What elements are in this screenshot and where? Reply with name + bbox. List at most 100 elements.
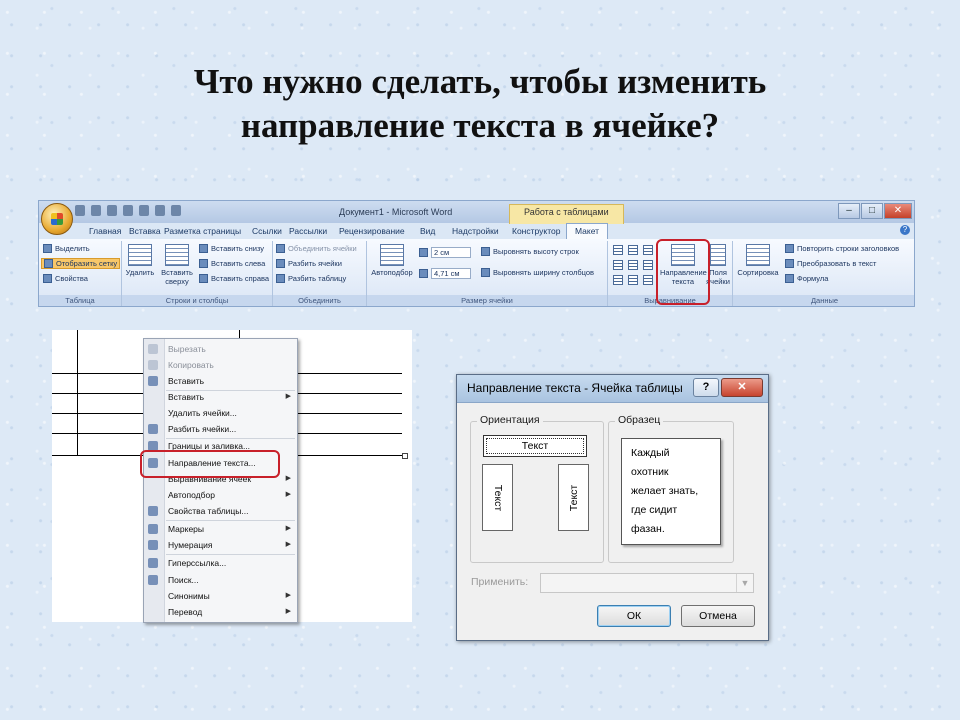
ok-button[interactable]: ОК	[597, 605, 671, 627]
insert-left-button[interactable]: Вставить слева	[199, 259, 265, 268]
sample-preview: Каждый охотник желает знать, где сидит ф…	[621, 438, 721, 545]
split-cells-icon	[276, 259, 285, 268]
table-properties-icon	[148, 506, 158, 516]
align-top-right-icon[interactable]	[643, 245, 653, 255]
distribute-rows-button[interactable]: Выровнять высоту строк	[481, 247, 579, 256]
office-button[interactable]	[41, 203, 73, 235]
distribute-columns-button[interactable]: Выровнять ширину столбцов	[481, 268, 594, 277]
undo-icon[interactable]	[91, 205, 101, 216]
split-table-button[interactable]: Разбить таблицу	[276, 274, 346, 283]
apply-label: Применить:	[471, 576, 529, 588]
insert-above-button[interactable]: Вставить сверху	[160, 244, 194, 286]
align-top-left-icon[interactable]	[613, 245, 623, 255]
help-icon[interactable]: ?	[900, 225, 910, 235]
alignment-buttons	[613, 245, 653, 285]
delete-button[interactable]: Удалить	[125, 244, 155, 277]
split-table-icon	[276, 274, 285, 283]
tab-insert[interactable]: Вставка	[129, 226, 161, 236]
menu-item-insert[interactable]: Вставить ▶	[144, 389, 297, 405]
menu-item-translate[interactable]: Перевод ▶	[144, 604, 297, 620]
align-bottom-left-icon[interactable]	[613, 275, 623, 285]
group-table: Выделить Отобразить сетку Свойства Табли…	[39, 241, 122, 306]
align-bottom-right-icon[interactable]	[643, 275, 653, 285]
properties-button[interactable]: Свойства	[43, 274, 88, 283]
orientation-vertical-up[interactable]: Текст	[558, 464, 589, 531]
convert-text-icon	[785, 259, 794, 268]
search-icon	[148, 575, 158, 585]
apply-to-select[interactable]: ▼	[540, 573, 754, 593]
menu-item-cut[interactable]: Вырезать	[144, 341, 297, 357]
sort-button[interactable]: Сортировка	[735, 244, 781, 277]
dialog-help-button[interactable]: ?	[693, 378, 719, 397]
orientation-horizontal[interactable]: Текст	[483, 435, 587, 457]
autofit-button[interactable]: Автоподбор	[369, 244, 415, 277]
table-column-line	[77, 330, 78, 456]
insert-right-button[interactable]: Вставить справа	[199, 274, 269, 283]
dialog-close-button[interactable]: ✕	[721, 378, 763, 397]
scissors-icon	[148, 344, 158, 354]
submenu-arrow-icon: ▶	[285, 475, 291, 482]
menu-item-hyperlink[interactable]: Гиперссылка...	[144, 555, 297, 571]
preview-icon[interactable]	[139, 205, 149, 216]
show-gridlines-button[interactable]: Отобразить сетку	[41, 258, 121, 269]
merge-cells-button[interactable]: Объединить ячейки	[276, 244, 357, 253]
formula-icon	[785, 274, 794, 283]
menu-item-autofit[interactable]: Автоподбор ▶	[144, 487, 297, 503]
menu-item-table-properties[interactable]: Свойства таблицы...	[144, 503, 297, 519]
convert-to-text-button[interactable]: Преобразовать в текст	[785, 259, 876, 268]
table-resize-handle[interactable]	[402, 453, 408, 459]
menu-item-copy[interactable]: Копировать	[144, 357, 297, 373]
menu-item-synonyms[interactable]: Синонимы ▶	[144, 588, 297, 604]
sample-line: охотник	[631, 466, 669, 478]
group-alignment: Направление текста Поля ячейки Выравнивани…	[608, 239, 733, 306]
insert-below-icon	[199, 244, 208, 253]
menu-item-paste[interactable]: Вставить	[144, 373, 297, 389]
row-height-field[interactable]: 2 см	[419, 247, 471, 258]
repeat-header-rows-button[interactable]: Повторить строки заголовков	[785, 244, 899, 253]
menu-item-search[interactable]: Поиск...	[144, 572, 297, 588]
open-icon[interactable]	[171, 205, 181, 216]
save-icon[interactable]	[75, 205, 85, 216]
tab-home[interactable]: Главная	[89, 226, 121, 236]
submenu-arrow-icon: ▶	[285, 608, 291, 615]
redo-icon[interactable]	[107, 205, 117, 216]
insert-above-icon	[165, 244, 189, 266]
distribute-rows-icon	[481, 247, 490, 256]
tab-page-layout[interactable]: Разметка страницы	[164, 226, 241, 236]
tab-mailings[interactable]: Рассылки	[289, 226, 327, 236]
align-middle-left-icon[interactable]	[613, 260, 623, 270]
tab-view[interactable]: Вид	[420, 226, 435, 236]
tab-references[interactable]: Ссылки	[252, 226, 282, 236]
align-middle-center-icon[interactable]	[628, 260, 638, 270]
align-top-center-icon[interactable]	[628, 245, 638, 255]
close-window-button[interactable]: ✕	[884, 203, 912, 219]
menu-item-bullets[interactable]: Маркеры ▶	[144, 521, 297, 537]
group-label-merge: Объединить	[273, 295, 366, 306]
minimize-button[interactable]: –	[838, 203, 860, 219]
print-icon[interactable]	[123, 205, 133, 216]
group-label-data: Данные	[733, 295, 914, 306]
menu-item-delete-cells[interactable]: Удалить ячейки...	[144, 405, 297, 421]
split-cells-button[interactable]: Разбить ячейки	[276, 259, 342, 268]
sample-line: Каждый	[631, 447, 670, 459]
formula-button[interactable]: Формула	[785, 274, 828, 283]
orientation-vertical-down[interactable]: Текст	[482, 464, 513, 531]
tab-review[interactable]: Рецензирование	[339, 226, 405, 236]
tab-design[interactable]: Конструктор	[512, 226, 560, 236]
ribbon-body: Выделить Отобразить сетку Свойства Табли…	[39, 239, 914, 306]
slide-title-line-1: Что нужно сделать, чтобы изменить	[193, 62, 767, 101]
menu-item-numbering[interactable]: Нумерация ▶	[144, 537, 297, 553]
insert-below-button[interactable]: Вставить снизу	[199, 244, 264, 253]
align-middle-right-icon[interactable]	[643, 260, 653, 270]
menu-item-split-cells[interactable]: Разбить ячейки...	[144, 421, 297, 437]
column-width-field[interactable]: 4,71 см	[419, 268, 471, 279]
paste-icon	[148, 376, 158, 386]
spelling-icon[interactable]	[155, 205, 165, 216]
tab-addins[interactable]: Надстройки	[452, 226, 499, 236]
quick-access-toolbar	[75, 205, 181, 216]
align-bottom-center-icon[interactable]	[628, 275, 638, 285]
maximize-button[interactable]: □	[861, 203, 883, 219]
cancel-button[interactable]: Отмена	[681, 605, 755, 627]
delete-table-icon	[128, 244, 152, 266]
select-button[interactable]: Выделить	[43, 244, 90, 253]
